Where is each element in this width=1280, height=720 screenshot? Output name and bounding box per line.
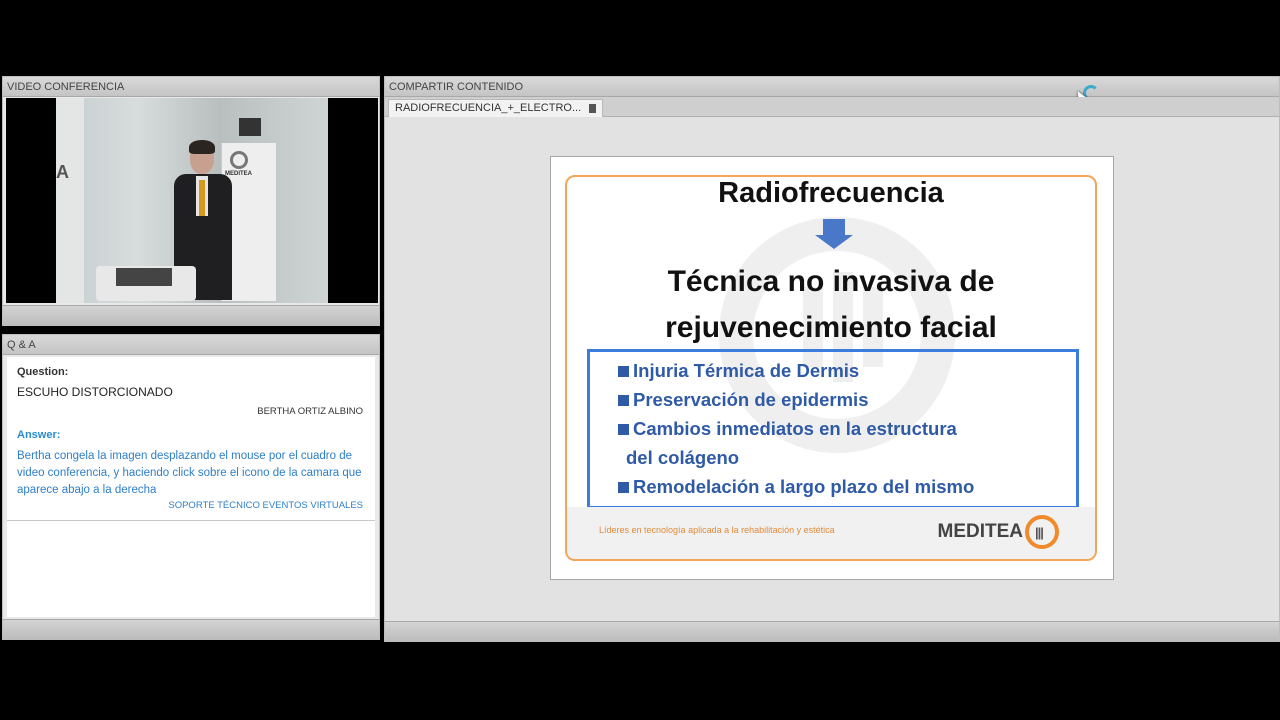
slide-frame: Radiofrecuencia Técnica no invasiva de r… bbox=[565, 175, 1097, 561]
qa-panel-footer bbox=[3, 619, 379, 639]
question-asker: BERTHA ORTIZ ALBINO bbox=[257, 406, 363, 417]
bullet-item: Preservación de epidermis bbox=[618, 389, 868, 411]
speaker-box bbox=[239, 118, 261, 136]
video-panel-title: VIDEO CONFERENCIA bbox=[3, 77, 379, 97]
presenter-hair bbox=[189, 140, 215, 154]
video-scene: A MEDITEA bbox=[56, 98, 328, 303]
document-tab-label: RADIOFRECUENCIA_+_ELECTRO... bbox=[395, 102, 582, 114]
arrow-down-icon bbox=[815, 219, 853, 249]
qa-panel-title: Q & A bbox=[3, 335, 379, 355]
qa-list[interactable]: Question: ESCUHO DISTORCIONADO BERTHA OR… bbox=[7, 357, 375, 617]
bullet-list: Injuria Térmica de Dermis Preservación d… bbox=[587, 349, 1079, 509]
presentation-slide: Radiofrecuencia Técnica no invasiva de r… bbox=[550, 156, 1114, 580]
question-label: Question: bbox=[17, 366, 69, 378]
brand-logo-icon: ||| bbox=[1025, 515, 1059, 549]
qa-divider bbox=[7, 520, 375, 521]
document-tab-strip: RADIOFRECUENCIA_+_ELECTRO... bbox=[385, 97, 1279, 117]
answer-responder: SOPORTE TÉCNICO EVENTOS VIRTUALES bbox=[168, 500, 363, 511]
slide-title: Radiofrecuencia bbox=[718, 177, 944, 209]
wall-letter: A bbox=[56, 162, 69, 182]
logo-bars-icon: ||| bbox=[1035, 525, 1044, 540]
share-panel-footer bbox=[385, 621, 1279, 641]
answer-label: Answer: bbox=[17, 429, 61, 441]
video-panel-footer bbox=[3, 305, 379, 325]
bullet-text: Remodelación a largo plazo del mismo bbox=[633, 476, 975, 497]
bullet-square-icon bbox=[618, 424, 629, 435]
bullet-item: Injuria Térmica de Dermis bbox=[618, 360, 859, 382]
subtitle-line-2: rejuvenecimiento facial bbox=[665, 311, 997, 344]
qa-panel: Q & A Question: ESCUHO DISTORCIONADO BER… bbox=[2, 334, 380, 640]
document-icon bbox=[589, 104, 596, 113]
bullet-text: Injuria Térmica de Dermis bbox=[633, 360, 860, 381]
slide-footer: Líderes en tecnología aplicada a la reha… bbox=[567, 507, 1095, 559]
bullet-continuation: del colágeno bbox=[626, 447, 740, 468]
bullet-item: Remodelación a largo plazo del mismo bbox=[618, 476, 974, 498]
document-tab[interactable]: RADIOFRECUENCIA_+_ELECTRO... bbox=[388, 99, 603, 117]
device-panel bbox=[116, 268, 172, 286]
presenter-tie bbox=[199, 180, 205, 216]
bullet-text: Cambios inmediatos en la estructura bbox=[633, 418, 957, 439]
banner-logo-icon bbox=[230, 151, 248, 169]
slide-tagline: Líderes en tecnología aplicada a la reha… bbox=[599, 525, 835, 535]
wall-panel bbox=[56, 98, 84, 303]
video-feed[interactable]: A MEDITEA bbox=[6, 98, 378, 303]
share-panel-title: COMPARTIR CONTENIDO bbox=[385, 77, 1279, 97]
bullet-item: Cambios inmediatos en la estructura bbox=[618, 418, 957, 440]
brand-name: MEDITEA bbox=[937, 521, 1024, 542]
answer-text: Bertha congela la imagen desplazando el … bbox=[17, 450, 362, 496]
subtitle-line-1: Técnica no invasiva de bbox=[667, 265, 995, 298]
bullet-square-icon bbox=[618, 482, 629, 493]
bullet-text: Preservación de epidermis bbox=[633, 389, 869, 410]
shared-content-panel: COMPARTIR CONTENIDO RADIOFRECUENCIA_+_EL… bbox=[384, 76, 1280, 642]
slide-subtitle: Técnica no invasiva de rejuvenecimiento … bbox=[567, 259, 1095, 351]
video-conference-panel: VIDEO CONFERENCIA A MEDITEA bbox=[2, 76, 380, 326]
banner-brand: MEDITEA bbox=[225, 171, 252, 177]
question-text: ESCUHO DISTORCIONADO bbox=[17, 385, 173, 399]
bullet-square-icon bbox=[618, 366, 629, 377]
bullet-square-icon bbox=[618, 395, 629, 406]
